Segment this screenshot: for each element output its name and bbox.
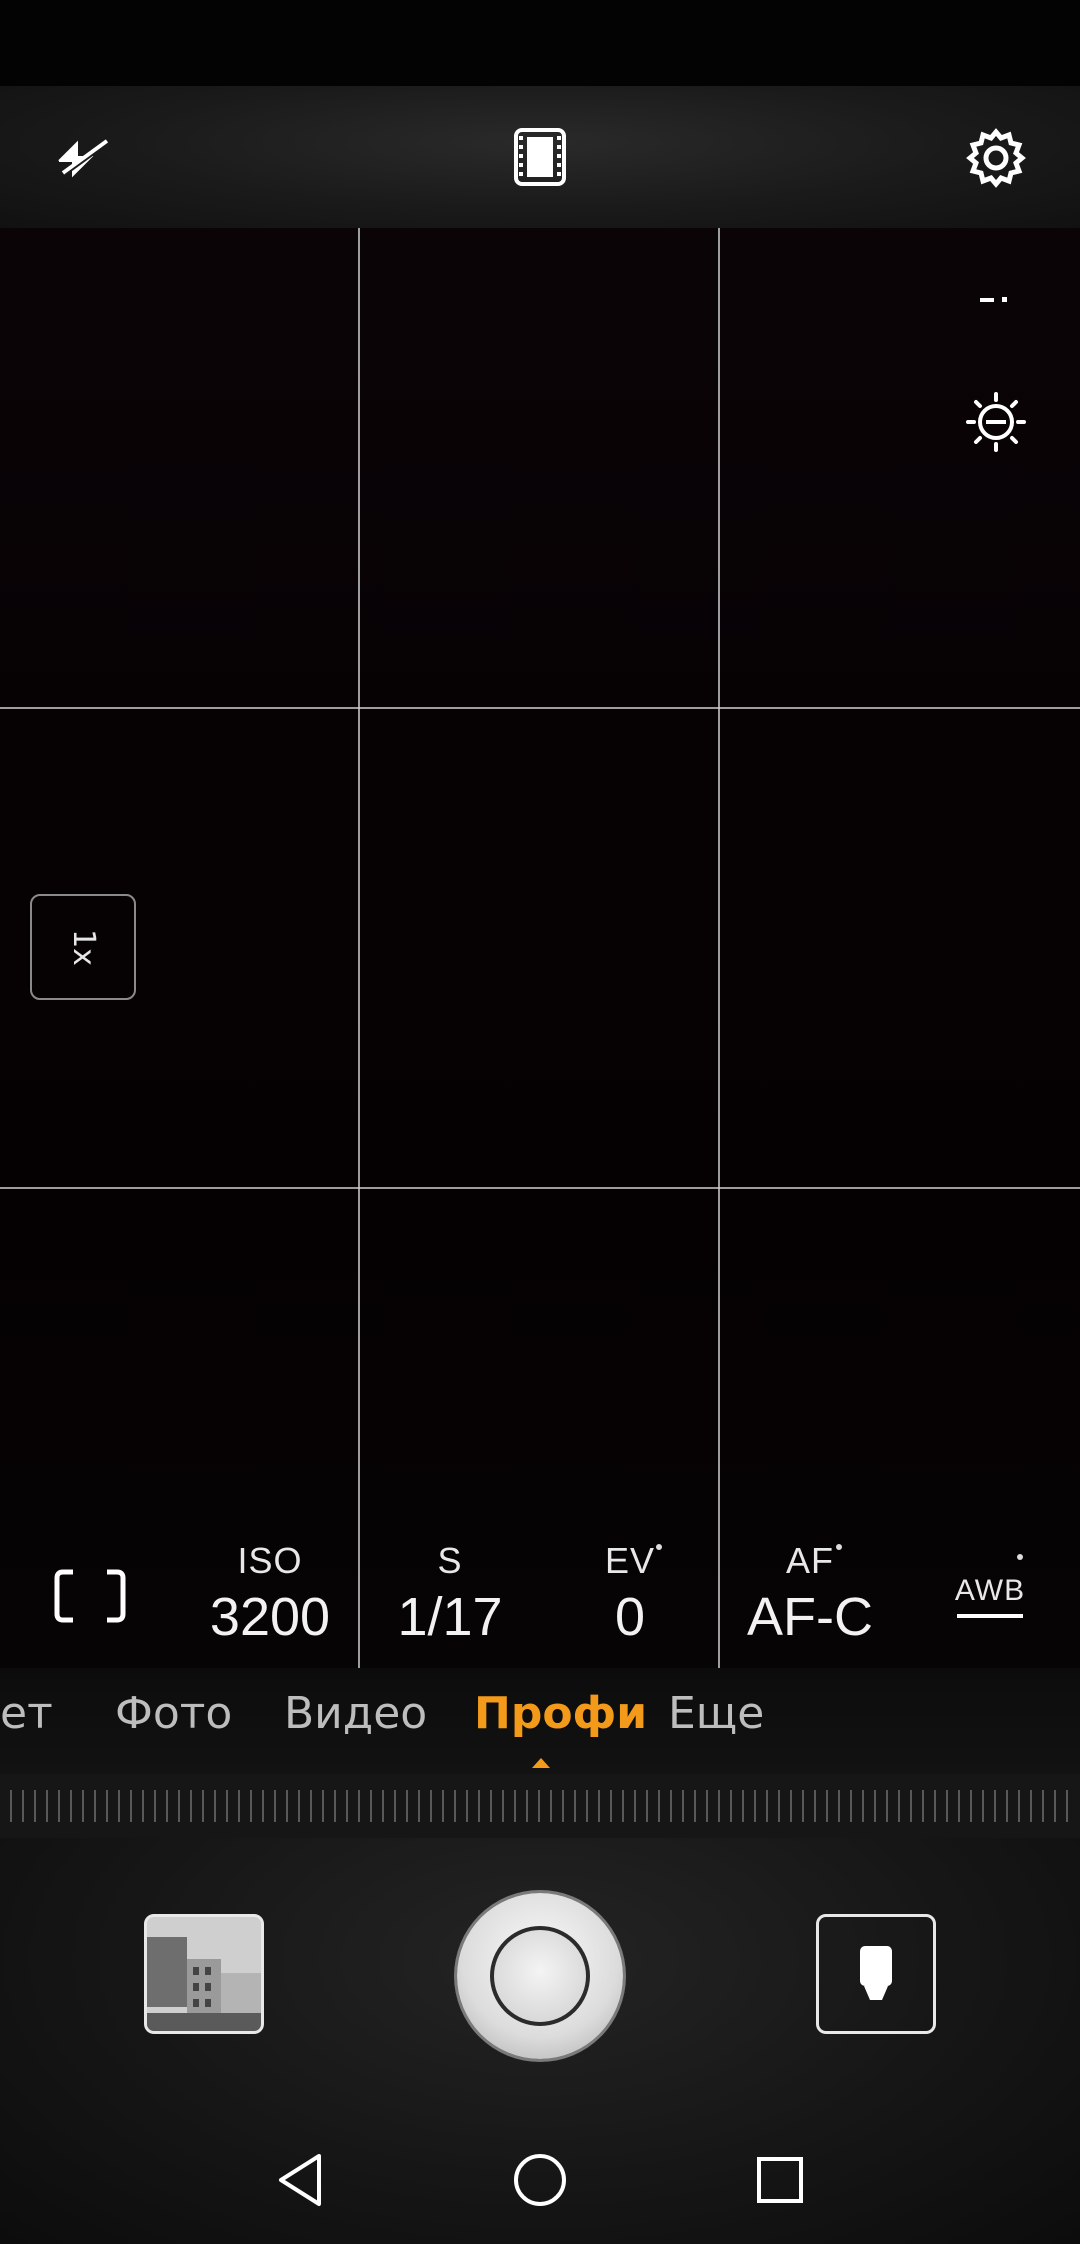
ev-indicator-dot: [656, 1544, 662, 1550]
home-circle-icon[interactable]: [510, 2150, 570, 2210]
switch-camera-button[interactable]: [816, 1914, 936, 2034]
mode-item-photo[interactable]: Фото: [115, 1688, 232, 1739]
metering-frame-icon: [54, 1569, 126, 1623]
brightness-icon[interactable]: [962, 388, 1030, 456]
back-triangle-icon[interactable]: [270, 2150, 330, 2210]
mode-item-prev[interactable]: ет: [0, 1688, 53, 1739]
mode-selector: ет Фото Видео Профи Еще: [0, 1668, 1080, 1774]
grid-line: [0, 707, 1080, 709]
af-control[interactable]: AF AF-C: [730, 1540, 890, 1648]
iso-value: 3200: [209, 1587, 331, 1647]
mode-item-pro[interactable]: Профи: [474, 1688, 647, 1739]
gear-icon[interactable]: [962, 124, 1030, 192]
navigation-bar: [0, 2130, 1080, 2244]
iso-label: ISO: [237, 1540, 303, 1581]
af-value: AF-C: [747, 1587, 873, 1647]
shutter-button[interactable]: [457, 1893, 623, 2059]
white-balance-control[interactable]: AWB: [910, 1554, 1070, 1618]
iso-control[interactable]: ISO 3200: [190, 1540, 350, 1648]
top-toolbar: [0, 86, 1080, 228]
ev-value: 0: [614, 1587, 646, 1647]
af-label: AF: [785, 1540, 834, 1581]
status-bar: [0, 0, 1080, 86]
mode-item-video[interactable]: Видео: [284, 1688, 427, 1739]
film-icon[interactable]: [508, 124, 572, 190]
ev-label: EV: [604, 1540, 656, 1581]
shutter-speed-control[interactable]: S 1/17: [370, 1540, 530, 1648]
gallery-thumbnail-icon[interactable]: [144, 1914, 264, 2034]
shutter-icon: [490, 1926, 590, 2026]
awb-label: AWB: [954, 1574, 1026, 1607]
metering-icon[interactable]: [974, 288, 1022, 312]
grid-line: [718, 228, 720, 1668]
awb-underline: [957, 1614, 1023, 1618]
mode-item-more[interactable]: Еще: [668, 1688, 764, 1739]
shutter-speed-value: 1/17: [397, 1587, 503, 1647]
grid-line: [358, 228, 360, 1668]
active-mode-caret: [532, 1758, 550, 1768]
shutter-speed-label: S: [437, 1540, 463, 1581]
ev-control[interactable]: EV 0: [550, 1540, 710, 1648]
viewfinder[interactable]: 1x ISO 3200 S 1/17 EV 0 AF AF-C AWB: [0, 228, 1080, 1668]
grid-line: [0, 1187, 1080, 1189]
ruler-ticks: [10, 1790, 1070, 1822]
switch-camera-icon: [860, 1946, 892, 2000]
pro-parameters-row: ISO 3200 S 1/17 EV 0 AF AF-C AWB: [0, 1540, 1080, 1668]
mode-ruler[interactable]: [0, 1774, 1080, 1838]
metering-frame-button[interactable]: [10, 1568, 170, 1628]
af-indicator-dot: [836, 1544, 842, 1550]
zoom-label: 1x: [65, 928, 101, 966]
recents-square-icon[interactable]: [750, 2150, 810, 2210]
awb-indicator-dot: [1017, 1554, 1023, 1560]
flash-off-icon[interactable]: [50, 128, 116, 188]
zoom-button[interactable]: 1x: [30, 894, 136, 1000]
